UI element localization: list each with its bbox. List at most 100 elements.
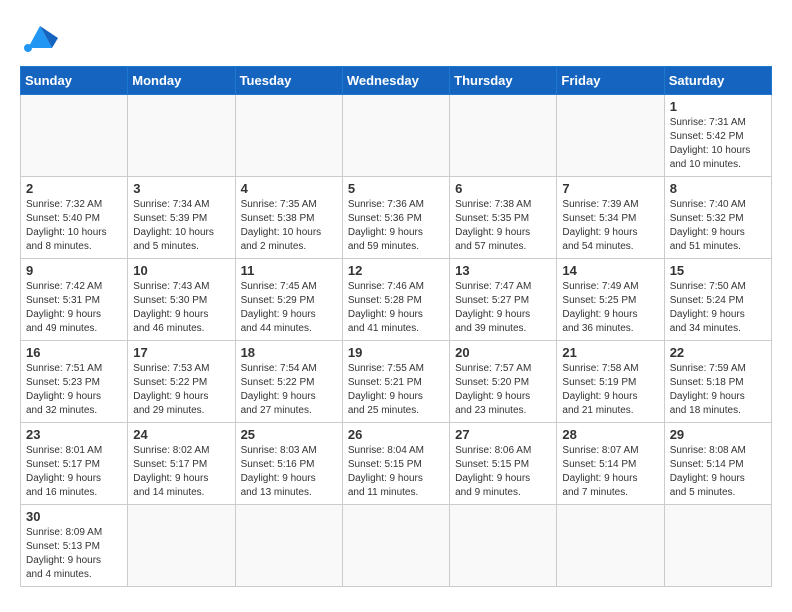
calendar-cell [342,95,449,177]
calendar-cell: 9Sunrise: 7:42 AM Sunset: 5:31 PM Daylig… [21,259,128,341]
weekday-header-saturday: Saturday [664,67,771,95]
day-info: Sunrise: 7:42 AM Sunset: 5:31 PM Dayligh… [26,280,122,336]
page-header [20,20,772,56]
calendar-cell: 15 Sunrise: 7:50 AM Sunset: 5:24 PM Dayli… [664,259,771,341]
day-number: 23 [26,427,122,442]
calendar-cell: 22Sunrise: 7:59 AM Sunset: 5:18 PM Dayli… [664,341,771,423]
day-number: 25 [241,427,337,442]
calendar-cell: 20 Sunrise: 7:57 AM Sunset: 5:20 PM Dayli… [450,341,557,423]
calendar-cell: 18 Sunrise: 7:54 AM Sunset: 5:22 PM Dayli… [235,341,342,423]
week-row-6: 30 Sunrise: 8:09 AM Sunset: 5:13 PM Dayli… [21,505,772,587]
calendar-cell: 10Sunrise: 7:43 AM Sunset: 5:30 PM Dayli… [128,259,235,341]
day-info: Sunrise: 7:49 AM Sunset: 5:25 PM Dayligh… [562,280,658,336]
day-number: 28 [562,427,658,442]
calendar-cell [21,95,128,177]
calendar-cell: 19 Sunrise: 7:55 AM Sunset: 5:21 PM Dayli… [342,341,449,423]
calendar-cell: 25 Sunrise: 8:03 AM Sunset: 5:16 PM Dayli… [235,423,342,505]
calendar-cell [128,505,235,587]
day-number: 11 [241,263,337,278]
weekday-header-sunday: Sunday [21,67,128,95]
logo [20,20,66,56]
day-number: 3 [133,181,229,196]
day-info: Sunrise: 7:55 AM Sunset: 5:21 PM Dayligh… [348,362,444,418]
day-number: 26 [348,427,444,442]
day-info: Sunrise: 8:09 AM Sunset: 5:13 PM Dayligh… [26,526,122,582]
weekday-header-thursday: Thursday [450,67,557,95]
day-number: 8 [670,181,766,196]
day-info: Sunrise: 8:03 AM Sunset: 5:16 PM Dayligh… [241,444,337,500]
calendar-cell: 4 Sunrise: 7:35 AM Sunset: 5:38 PM Daylig… [235,177,342,259]
day-info: Sunrise: 8:02 AM Sunset: 5:17 PM Dayligh… [133,444,229,500]
day-info: Sunrise: 7:54 AM Sunset: 5:22 PM Dayligh… [241,362,337,418]
day-info: Sunrise: 7:51 AM Sunset: 5:23 PM Dayligh… [26,362,122,418]
day-info: Sunrise: 7:31 AM Sunset: 5:42 PM Dayligh… [670,116,766,172]
calendar-cell [557,505,664,587]
calendar-cell: 21Sunrise: 7:58 AM Sunset: 5:19 PM Dayli… [557,341,664,423]
day-number: 13 [455,263,551,278]
day-info: Sunrise: 7:45 AM Sunset: 5:29 PM Dayligh… [241,280,337,336]
day-info: Sunrise: 7:38 AM Sunset: 5:35 PM Dayligh… [455,198,551,254]
calendar-cell: 28 Sunrise: 8:07 AM Sunset: 5:14 PM Dayli… [557,423,664,505]
day-number: 14 [562,263,658,278]
calendar-cell [450,505,557,587]
day-number: 4 [241,181,337,196]
week-row-3: 9Sunrise: 7:42 AM Sunset: 5:31 PM Daylig… [21,259,772,341]
day-info: Sunrise: 7:50 AM Sunset: 5:24 PM Dayligh… [670,280,766,336]
day-info: Sunrise: 7:57 AM Sunset: 5:20 PM Dayligh… [455,362,551,418]
calendar-cell: 16 Sunrise: 7:51 AM Sunset: 5:23 PM Dayli… [21,341,128,423]
week-row-1: 1 Sunrise: 7:31 AM Sunset: 5:42 PM Daylig… [21,95,772,177]
calendar-cell: 6Sunrise: 7:38 AM Sunset: 5:35 PM Daylig… [450,177,557,259]
day-number: 22 [670,345,766,360]
day-info: Sunrise: 7:40 AM Sunset: 5:32 PM Dayligh… [670,198,766,254]
day-info: Sunrise: 7:39 AM Sunset: 5:34 PM Dayligh… [562,198,658,254]
day-number: 29 [670,427,766,442]
day-number: 1 [670,99,766,114]
day-info: Sunrise: 7:47 AM Sunset: 5:27 PM Dayligh… [455,280,551,336]
day-number: 24 [133,427,229,442]
day-number: 17 [133,345,229,360]
day-number: 19 [348,345,444,360]
calendar-header: SundayMondayTuesdayWednesdayThursdayFrid… [21,67,772,95]
calendar-cell [342,505,449,587]
calendar-cell: 5Sunrise: 7:36 AM Sunset: 5:36 PM Daylig… [342,177,449,259]
calendar-cell [235,95,342,177]
weekday-header-wednesday: Wednesday [342,67,449,95]
calendar-cell: 14 Sunrise: 7:49 AM Sunset: 5:25 PM Dayli… [557,259,664,341]
day-info: Sunrise: 8:07 AM Sunset: 5:14 PM Dayligh… [562,444,658,500]
day-info: Sunrise: 7:34 AM Sunset: 5:39 PM Dayligh… [133,198,229,254]
day-info: Sunrise: 8:06 AM Sunset: 5:15 PM Dayligh… [455,444,551,500]
day-number: 15 [670,263,766,278]
weekday-header-monday: Monday [128,67,235,95]
day-number: 12 [348,263,444,278]
calendar-body: 1 Sunrise: 7:31 AM Sunset: 5:42 PM Daylig… [21,95,772,587]
calendar-cell: 7 Sunrise: 7:39 AM Sunset: 5:34 PM Daylig… [557,177,664,259]
day-number: 16 [26,345,122,360]
day-number: 30 [26,509,122,524]
weekday-header-friday: Friday [557,67,664,95]
day-info: Sunrise: 7:36 AM Sunset: 5:36 PM Dayligh… [348,198,444,254]
calendar-cell: 11 Sunrise: 7:45 AM Sunset: 5:29 PM Dayli… [235,259,342,341]
day-number: 18 [241,345,337,360]
day-number: 21 [562,345,658,360]
calendar-table: SundayMondayTuesdayWednesdayThursdayFrid… [20,66,772,587]
calendar-cell: 13 Sunrise: 7:47 AM Sunset: 5:27 PM Dayli… [450,259,557,341]
calendar-cell [557,95,664,177]
calendar-cell: 17Sunrise: 7:53 AM Sunset: 5:22 PM Dayli… [128,341,235,423]
calendar-cell: 29Sunrise: 8:08 AM Sunset: 5:14 PM Dayli… [664,423,771,505]
day-info: Sunrise: 8:01 AM Sunset: 5:17 PM Dayligh… [26,444,122,500]
week-row-5: 23 Sunrise: 8:01 AM Sunset: 5:17 PM Dayli… [21,423,772,505]
day-number: 7 [562,181,658,196]
calendar-cell: 24 Sunrise: 8:02 AM Sunset: 5:17 PM Dayli… [128,423,235,505]
calendar-cell [450,95,557,177]
calendar-cell [664,505,771,587]
calendar-cell: 3 Sunrise: 7:34 AM Sunset: 5:39 PM Daylig… [128,177,235,259]
calendar-cell: 2Sunrise: 7:32 AM Sunset: 5:40 PM Daylig… [21,177,128,259]
day-info: Sunrise: 7:32 AM Sunset: 5:40 PM Dayligh… [26,198,122,254]
calendar-cell: 8 Sunrise: 7:40 AM Sunset: 5:32 PM Daylig… [664,177,771,259]
day-info: Sunrise: 7:35 AM Sunset: 5:38 PM Dayligh… [241,198,337,254]
weekday-header-row: SundayMondayTuesdayWednesdayThursdayFrid… [21,67,772,95]
week-row-2: 2Sunrise: 7:32 AM Sunset: 5:40 PM Daylig… [21,177,772,259]
calendar-cell: 23 Sunrise: 8:01 AM Sunset: 5:17 PM Dayli… [21,423,128,505]
day-info: Sunrise: 8:04 AM Sunset: 5:15 PM Dayligh… [348,444,444,500]
day-number: 20 [455,345,551,360]
